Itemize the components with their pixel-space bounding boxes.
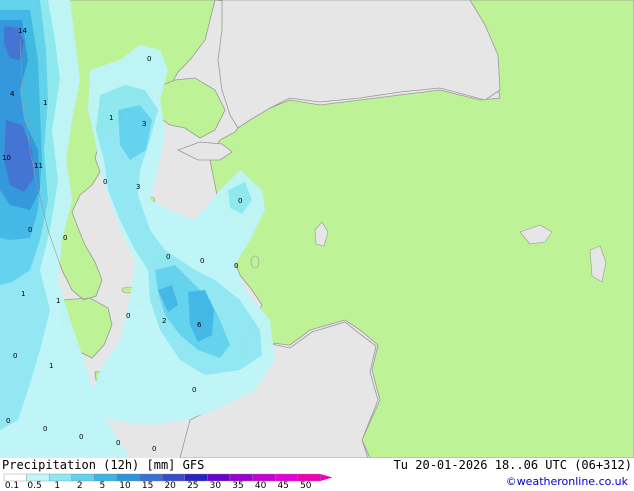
valid-datetime: Tu 20-01-2026 18..06 UTC (06+312) (393, 458, 632, 472)
map-label: 4 (10, 90, 15, 98)
legend-swatch (26, 473, 50, 482)
legend-swatch (116, 473, 140, 482)
map-label: 0 (116, 439, 120, 447)
map-label: 0 (103, 178, 107, 186)
legend-swatch (161, 473, 185, 482)
map-label: 1 (49, 362, 53, 370)
legend-swatch (71, 473, 95, 482)
map-label: 1 (43, 99, 47, 107)
legend-swatch (184, 473, 208, 482)
legend-swatch (3, 473, 27, 482)
chart-title: Precipitation (12h) [mm] GFS (2, 458, 205, 472)
map-label: 0 (126, 312, 130, 320)
map-label: 6 (197, 321, 202, 329)
map-label: 0 (63, 234, 67, 242)
credit-link[interactable]: ©weatheronline.co.uk (506, 475, 628, 488)
legend-swatch (275, 473, 299, 482)
map-label: 0 (13, 352, 17, 360)
map-label: 0 (79, 433, 83, 441)
map-label: 2 (162, 317, 166, 325)
map-label: 0 (238, 197, 242, 205)
legend-swatch (252, 473, 276, 482)
legend-swatch (229, 473, 253, 482)
legend-swatch (297, 473, 321, 482)
legend-swatch (207, 473, 231, 482)
map-label: 1 (56, 297, 60, 305)
precipitation-map: 14 4 1 10 11 1 3 0 3 0 0 0 0 1 1 0 2 6 0… (0, 0, 634, 458)
map-label: 0 (200, 257, 204, 265)
map-label: 0 (152, 445, 156, 453)
footer-bar: Precipitation (12h) [mm] GFS Tu 20-01-20… (0, 458, 634, 490)
map-label: 11 (34, 162, 43, 170)
map-label: 1 (109, 114, 113, 122)
legend-arrow (320, 474, 333, 481)
map-label: 10 (2, 154, 11, 162)
map-label: 3 (136, 183, 140, 191)
map-label: 0 (234, 262, 238, 270)
legend-swatch (94, 473, 118, 482)
map-label: 14 (18, 27, 27, 35)
map-label: 0 (147, 55, 151, 63)
legend-swatch (49, 473, 73, 482)
map-label: 0 (43, 425, 47, 433)
map-label: 0 (192, 386, 196, 394)
map-label: 0 (6, 417, 10, 425)
map-label: 1 (21, 290, 25, 298)
map-label: 3 (142, 120, 146, 128)
map-label: 0 (166, 253, 170, 261)
map-label: 0 (28, 226, 32, 234)
legend-swatch (139, 473, 163, 482)
